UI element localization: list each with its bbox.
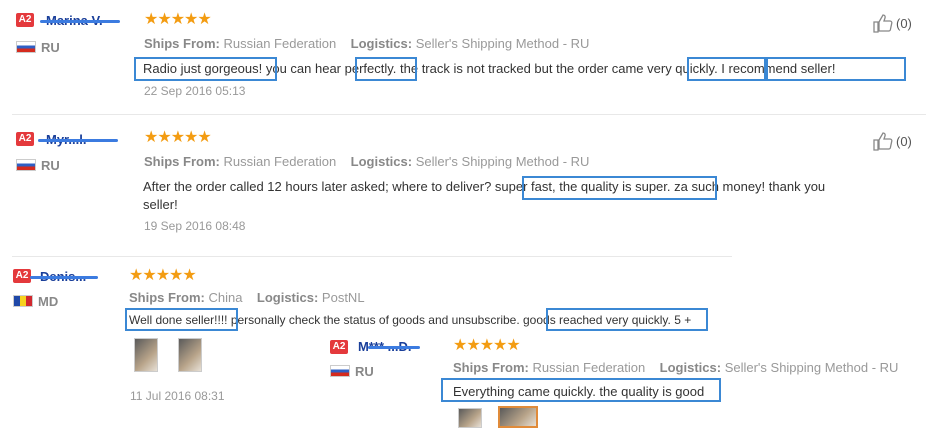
logistics-value: Seller's Shipping Method - RU xyxy=(724,360,899,375)
review-photo[interactable] xyxy=(458,408,482,428)
redaction-scribble xyxy=(38,139,118,142)
country-code: RU xyxy=(41,158,60,173)
level-badge: A2 xyxy=(13,269,31,283)
flag-md-icon xyxy=(13,295,33,307)
highlight-box xyxy=(522,176,717,200)
flag-ru-icon xyxy=(330,365,350,377)
ships-from-label: Ships From: xyxy=(144,154,220,169)
ships-from-value: Russian Federation xyxy=(532,360,646,375)
country-code: RU xyxy=(41,40,60,55)
helpful-count: (0) xyxy=(896,133,912,149)
divider xyxy=(12,256,732,257)
country-code: RU xyxy=(355,364,374,379)
helpful-button[interactable]: (0) xyxy=(872,131,912,151)
ships-from-label: Ships From: xyxy=(129,290,205,305)
highlight-box xyxy=(766,57,906,81)
ships-from-label: Ships From: xyxy=(453,360,529,375)
logistics-value: Seller's Shipping Method - RU xyxy=(415,154,590,169)
helpful-count: (0) xyxy=(896,15,912,31)
logistics-label: Logistics: xyxy=(350,36,413,51)
review-text-continued: seller! xyxy=(143,197,178,212)
shipping-info: Ships From: China Logistics: PostNL xyxy=(129,290,365,305)
shipping-info: Ships From: Russian Federation Logistics… xyxy=(144,36,589,51)
shipping-info: Ships From: Russian Federation Logistics… xyxy=(453,360,898,375)
logistics-label: Logistics: xyxy=(659,360,722,375)
logistics-value: PostNL xyxy=(321,290,365,305)
redaction-scribble xyxy=(40,20,120,23)
flag-ru-icon xyxy=(16,41,36,53)
redaction-scribble xyxy=(30,276,98,279)
review-photo[interactable] xyxy=(498,406,538,428)
level-badge: A2 xyxy=(16,13,34,27)
review-photo[interactable] xyxy=(178,338,202,372)
highlight-box xyxy=(125,308,238,331)
review-photo[interactable] xyxy=(134,338,158,372)
highlight-box xyxy=(355,57,417,81)
review-date: 19 Sep 2016 08:48 xyxy=(144,219,246,233)
rating-stars: ★★★★★ xyxy=(129,267,197,284)
redaction-scribble xyxy=(368,346,420,349)
logistics-label: Logistics: xyxy=(256,290,319,305)
helpful-button[interactable]: (0) xyxy=(872,13,912,33)
level-badge: A2 xyxy=(16,132,34,146)
shipping-info: Ships From: Russian Federation Logistics… xyxy=(144,154,589,169)
ships-from-label: Ships From: xyxy=(144,36,220,51)
divider xyxy=(12,114,926,115)
ships-from-value: Russian Federation xyxy=(223,36,337,51)
highlight-box xyxy=(687,57,766,81)
logistics-label: Logistics: xyxy=(350,154,413,169)
rating-stars: ★★★★★ xyxy=(453,337,521,354)
thumbs-up-icon xyxy=(873,14,893,33)
ships-from-value: China xyxy=(208,290,243,305)
flag-ru-icon xyxy=(16,159,36,171)
ships-from-value: Russian Federation xyxy=(223,154,337,169)
logistics-value: Seller's Shipping Method - RU xyxy=(415,36,590,51)
country-code: MD xyxy=(38,294,59,309)
review-date: 22 Sep 2016 05:13 xyxy=(144,84,246,98)
highlight-box xyxy=(441,378,721,402)
thumbs-up-icon xyxy=(873,132,893,151)
review-date: 11 Jul 2016 08:31 xyxy=(130,389,225,403)
rating-stars: ★★★★★ xyxy=(144,11,212,28)
highlight-box xyxy=(134,57,277,81)
rating-stars: ★★★★★ xyxy=(144,129,212,146)
highlight-box xyxy=(546,308,708,331)
level-badge: A2 xyxy=(330,340,348,354)
